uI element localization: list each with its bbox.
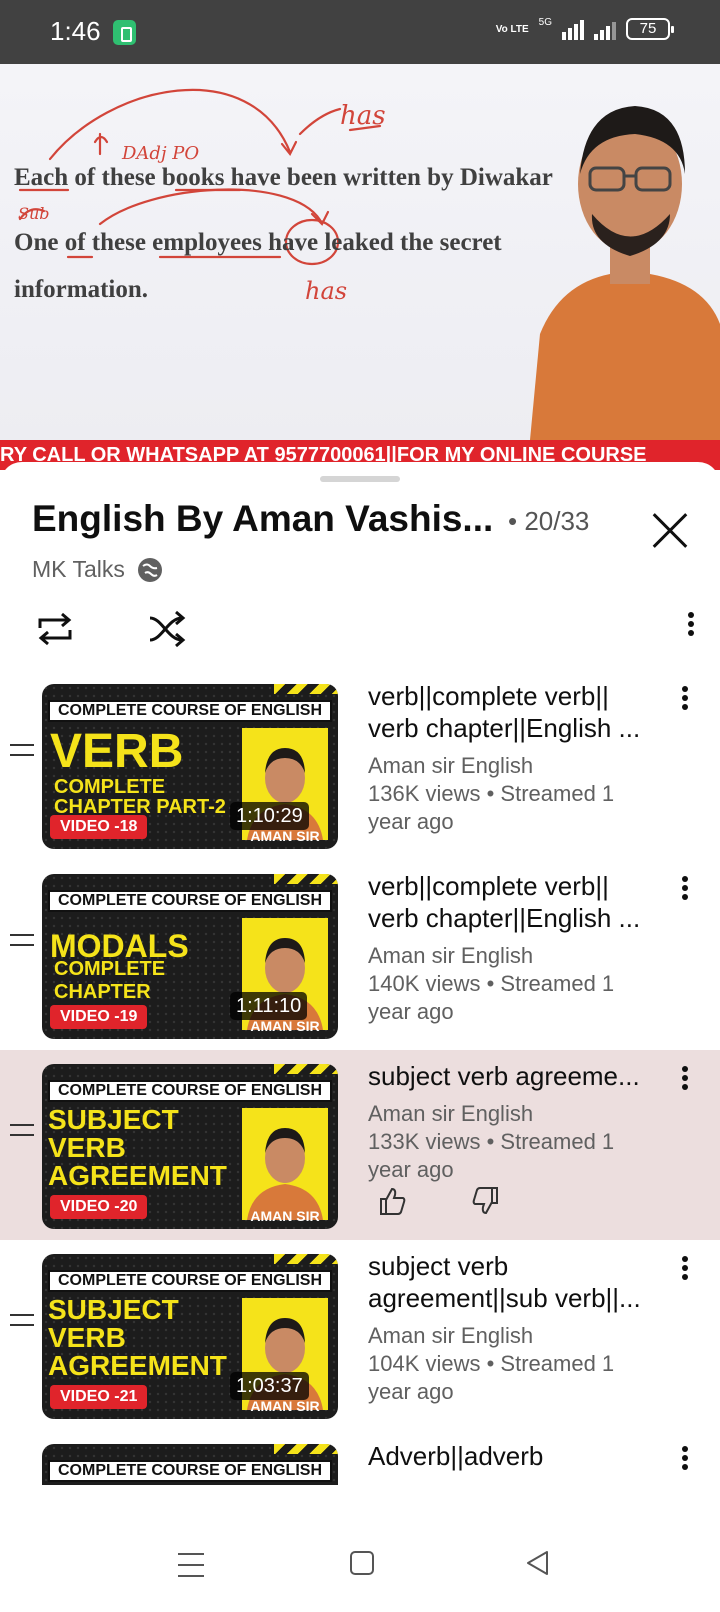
thumbs-up-icon[interactable] <box>378 1186 406 1216</box>
thumb-topic: SUBJECT VERB AGREEMENT <box>48 1106 227 1190</box>
playlist-item[interactable]: COMPLETE COURSE OF ENGLISH SUBJECT VERB … <box>0 1240 720 1430</box>
more-vert-icon[interactable] <box>673 1442 697 1474</box>
repeat-icon[interactable] <box>34 608 76 650</box>
playlist-channel-name: MK Talks <box>32 556 125 582</box>
svg-text:has: has <box>305 277 347 305</box>
thumb-topic: SUBJECT VERB AGREEMENT <box>48 1296 227 1380</box>
drag-handle-icon[interactable] <box>10 1314 34 1328</box>
sheet-drag-handle[interactable] <box>320 476 400 482</box>
video-thumbnail[interactable]: COMPLETE COURSE OF ENGLISH SUBJECT VERB … <box>42 1064 338 1229</box>
status-indicators: Vo LTE 5G 75 <box>495 16 674 40</box>
shuffle-icon[interactable] <box>146 608 188 650</box>
video-title[interactable]: verb||complete verb|| verb chapter||Engl… <box>368 680 658 744</box>
playlist-sheet: English By Aman Vashis... • 20/33 MK Tal… <box>0 462 720 1525</box>
battery-saver-icon <box>113 20 136 45</box>
close-icon[interactable] <box>650 510 690 550</box>
network-type: 5G <box>538 16 552 28</box>
home-icon[interactable] <box>350 1551 374 1575</box>
board-text-line: Each of these books have been written by… <box>14 164 553 191</box>
thumb-header: COMPLETE COURSE OF ENGLISH <box>48 1080 332 1102</box>
video-channel: Aman sir English <box>368 943 534 968</box>
video-title[interactable]: Adverb||adverb <box>368 1440 658 1472</box>
signal-icon <box>562 18 584 40</box>
recents-icon[interactable] <box>178 1553 204 1577</box>
video-thumbnail[interactable]: COMPLETE COURSE OF ENGLISH MODALS COMPLE… <box>42 874 338 1039</box>
more-vert-icon[interactable] <box>673 1062 697 1094</box>
video-stats: 136K views • Streamed 1 year ago <box>368 781 615 834</box>
thumb-topic: VERB <box>50 725 184 778</box>
thumb-subtitle: CHAPTER <box>54 981 151 1003</box>
back-icon[interactable] <box>524 1549 550 1577</box>
thumb-name: AMAN SIR <box>250 1018 320 1034</box>
video-stats: 104K views • Streamed 1 year ago <box>368 1351 615 1404</box>
drag-handle-icon[interactable] <box>10 744 34 758</box>
thumb-badge: VIDEO -18 <box>50 815 148 839</box>
video-thumbnail[interactable]: COMPLETE COURSE OF ENGLISH <box>42 1444 338 1485</box>
svg-text:DAdj PO: DAdj PO <box>121 143 199 164</box>
video-duration: 1:10:29 <box>230 802 309 830</box>
video-stats: 140K views • Streamed 1 year ago <box>368 971 615 1024</box>
thumb-badge: VIDEO -21 <box>50 1385 148 1409</box>
thumb-name: AMAN SIR <box>250 1398 320 1414</box>
drag-handle-icon[interactable] <box>10 1124 34 1138</box>
playlist-item[interactable]: COMPLETE COURSE OF ENGLISH VERB COMPLETE… <box>0 670 720 860</box>
video-channel: Aman sir English <box>368 753 534 778</box>
thumb-topic-line: AGREEMENT <box>48 1160 227 1191</box>
playlist-title: English By Aman Vashis... <box>32 498 494 539</box>
thumb-badge: VIDEO -19 <box>50 1005 148 1029</box>
globe-icon <box>137 557 162 582</box>
signal-icon-2 <box>594 18 616 40</box>
more-vert-icon[interactable] <box>673 872 697 904</box>
thumb-header: COMPLETE COURSE OF ENGLISH <box>48 890 332 912</box>
video-stats: 133K views • Streamed 1 year ago <box>368 1129 615 1182</box>
board-text-line: One of these employees have leaked the s… <box>14 229 502 256</box>
video-thumbnail[interactable]: COMPLETE COURSE OF ENGLISH SUBJECT VERB … <box>42 1254 338 1419</box>
thumb-topic-line: VERB <box>48 1132 126 1163</box>
thumb-topic-line: AGREEMENT <box>48 1350 227 1381</box>
playlist-item[interactable]: COMPLETE COURSE OF ENGLISH MODALS COMPLE… <box>0 860 720 1050</box>
status-time: 1:46 <box>50 16 101 46</box>
video-duration: 1:11:10 <box>230 992 308 1020</box>
more-vert-icon[interactable] <box>673 1252 697 1284</box>
playlist-position: • 20/33 <box>508 506 590 536</box>
thumb-header: COMPLETE COURSE OF ENGLISH <box>48 700 332 722</box>
presenter-image <box>530 106 720 440</box>
video-title[interactable]: subject verb agreement||sub verb||... <box>368 1250 658 1314</box>
more-vert-icon[interactable] <box>673 682 697 714</box>
video-player[interactable]: DAdj PO has Sub has Each of these books … <box>0 64 720 440</box>
thumb-topic-line: VERB <box>48 1322 126 1353</box>
thumb-portrait <box>242 1108 328 1220</box>
thumb-name: AMAN SIR <box>250 1208 320 1224</box>
system-nav-bar <box>0 1533 720 1612</box>
drag-handle-icon[interactable] <box>10 934 34 948</box>
thumb-name: AMAN SIR <box>250 828 320 844</box>
playlist-item[interactable]: COMPLETE COURSE OF ENGLISH Adverb||adver… <box>0 1430 720 1485</box>
thumb-badge: VIDEO -20 <box>50 1195 148 1219</box>
thumb-subtitle: COMPLETE <box>54 958 166 980</box>
video-channel: Aman sir English <box>368 1323 534 1348</box>
video-thumbnail[interactable]: COMPLETE COURSE OF ENGLISH VERB COMPLETE… <box>42 684 338 849</box>
svg-text:Sub: Sub <box>18 204 50 223</box>
thumb-topic-line: SUBJECT <box>48 1104 179 1135</box>
playlist-item-current[interactable]: COMPLETE COURSE OF ENGLISH SUBJECT VERB … <box>0 1050 720 1240</box>
video-title[interactable]: verb||complete verb|| verb chapter||Engl… <box>368 870 658 934</box>
thumb-topic-line: SUBJECT <box>48 1294 179 1325</box>
thumb-header: COMPLETE COURSE OF ENGLISH <box>48 1270 332 1292</box>
video-channel: Aman sir English <box>368 1101 534 1126</box>
status-bar: 1:46 Vo LTE 5G 75 <box>0 0 720 64</box>
more-vert-icon[interactable] <box>676 608 706 640</box>
battery-icon: 75 <box>626 18 674 40</box>
volte-indicator: Vo LTE <box>495 23 529 35</box>
thumb-header: COMPLETE COURSE OF ENGLISH <box>48 1460 332 1482</box>
video-title[interactable]: subject verb agreeme... <box>368 1060 658 1092</box>
video-duration: 1:03:37 <box>230 1372 309 1400</box>
board-text-line: information. <box>14 276 149 303</box>
thumbs-down-icon[interactable] <box>472 1186 500 1216</box>
playlist-channel[interactable]: MK Talks <box>32 556 163 583</box>
